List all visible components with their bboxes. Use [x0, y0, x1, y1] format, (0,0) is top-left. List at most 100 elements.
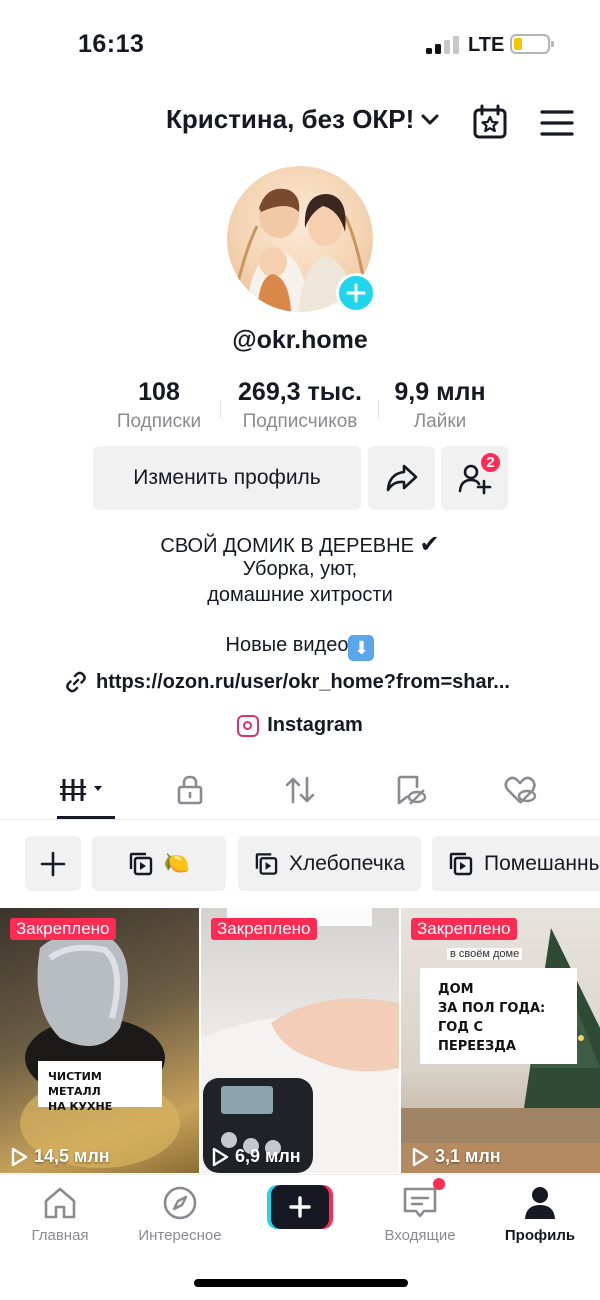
video-thumbnail[interactable]: ДОМ ЗА ПОЛ ГОДА: ГОД С ПЕРЕЕЗДА в своём …: [401, 908, 600, 1173]
tab-favorites[interactable]: [380, 772, 440, 808]
username: @okr.home: [232, 326, 368, 354]
calendar-star-icon[interactable]: [472, 104, 508, 140]
compass-icon: [163, 1186, 197, 1220]
video-caption: ЧИСТИМ МЕТАЛЛ НА КУХНЕ: [38, 1061, 162, 1113]
bio-line: СВОЙ ДОМИК В ДЕРЕВНЕ ✔: [0, 530, 600, 559]
video-caption: ДОМ ЗА ПОЛ ГОДА: ГОД С ПЕРЕЕЗДА: [420, 968, 577, 1064]
active-tab-indicator: [57, 816, 115, 819]
instagram-icon: [237, 714, 260, 737]
bio-link-text: https://ozon.ru/user/okr_home?from=shar.…: [96, 670, 510, 693]
account-switcher[interactable]: Кристина, без ОКР!: [166, 104, 440, 135]
inbox-icon: [403, 1187, 437, 1218]
playlist-icon: [449, 852, 473, 875]
playlist-chip[interactable]: 🍋: [92, 836, 226, 891]
view-count-text: 3,1 млн: [435, 1146, 501, 1166]
heart-hidden-icon: [504, 776, 537, 804]
edit-profile-button[interactable]: Изменить профиль: [93, 446, 361, 510]
content-tabs: [0, 762, 600, 820]
playlist-label: Хлебопечка: [288, 851, 405, 875]
nav-home-label: Главная: [31, 1227, 89, 1244]
playlist-icon: [255, 852, 278, 875]
view-count-text: 14,5 млн: [34, 1146, 110, 1166]
create-plus-icon[interactable]: [267, 1185, 333, 1229]
stat-following-value: 108: [138, 378, 180, 406]
friend-requests-badge: 2: [479, 451, 502, 474]
tab-private[interactable]: [160, 772, 220, 808]
instagram-link[interactable]: Instagram: [0, 714, 600, 737]
check-mark-icon: ✔: [419, 531, 440, 558]
stat-divider: [220, 400, 221, 418]
video-thumbnail-image: [20, 934, 180, 1168]
profile-stats: 108 Подписки 269,3 тыс. Подписчиков 9,9 …: [0, 378, 600, 438]
play-icon: [212, 1147, 229, 1166]
lock-icon: [177, 775, 203, 805]
view-count-text: 6,9 млн: [235, 1146, 301, 1166]
nav-inbox[interactable]: Входящие: [360, 1183, 480, 1244]
home-indicator[interactable]: [194, 1279, 408, 1287]
profile-icon: [525, 1187, 555, 1219]
stat-divider: [378, 400, 379, 418]
repost-icon: [285, 776, 315, 804]
stat-followers[interactable]: 269,3 тыс. Подписчиков: [228, 378, 372, 433]
stat-followers-label: Подписчиков: [242, 411, 358, 432]
nav-inbox-label: Входящие: [384, 1227, 456, 1244]
bio-link[interactable]: https://ozon.ru/user/okr_home?from=shar.…: [64, 670, 544, 694]
view-count: 6,9 млн: [211, 1146, 301, 1167]
video-thumbnail-image: [201, 908, 399, 1173]
link-icon: [66, 671, 86, 693]
bio-line: Новые видео ⬇: [0, 634, 600, 661]
video-thumbnail[interactable]: ЧИСТИМ МЕТАЛЛ НА КУХНЕ Закреплено 14,5 м…: [0, 908, 199, 1173]
nav-discover-label: Интересное: [138, 1227, 222, 1244]
bio-line: домашние хитрости: [207, 584, 393, 606]
video-grid: ЧИСТИМ МЕТАЛЛ НА КУХНЕ Закреплено 14,5 м…: [0, 908, 600, 1173]
nav-home[interactable]: Главная: [0, 1183, 120, 1244]
grid-dropdown-icon: [60, 779, 102, 801]
playlist-icon: [129, 852, 153, 875]
plus-icon: [40, 851, 66, 876]
play-icon: [11, 1147, 28, 1166]
stat-following[interactable]: 108 Подписки: [104, 378, 214, 433]
pinned-badge: Закреплено: [211, 918, 317, 940]
add-avatar-button[interactable]: [336, 273, 376, 313]
video-overlay-text: в своём доме: [447, 948, 523, 960]
stat-followers-value: 269,3 тыс.: [238, 378, 362, 406]
bookmark-hidden-icon: [397, 775, 427, 805]
network-type: LTE: [468, 34, 505, 56]
add-playlist-button[interactable]: +: [25, 836, 81, 891]
playlist-row: + 🍋 Хлебопечка Помешанны: [25, 836, 600, 892]
playlist-label: 🍋: [163, 851, 191, 875]
home-icon: [44, 1187, 76, 1219]
battery-icon: [510, 34, 554, 54]
playlist-chip[interactable]: Помешанны: [432, 836, 600, 891]
stat-likes-value: 9,9 млн: [394, 378, 486, 406]
playlist-label: Помешанны: [484, 851, 600, 875]
tab-liked[interactable]: [490, 772, 550, 808]
profile-header: Кристина, без ОКР!: [0, 100, 600, 146]
account-name: Кристина, без ОКР!: [166, 104, 415, 134]
nav-profile-label: Профиль: [504, 1227, 576, 1244]
plus-icon: [346, 283, 366, 303]
view-count: 14,5 млн: [10, 1146, 110, 1167]
tab-reposts[interactable]: [270, 772, 330, 808]
down-arrow-emoji-icon: ⬇: [348, 635, 375, 661]
share-arrow-icon: [386, 464, 417, 492]
pinned-badge: Закреплено: [411, 918, 517, 940]
video-thumbnail[interactable]: Закреплено 6,9 млн: [201, 908, 399, 1173]
status-time: 16:13: [78, 30, 145, 58]
tab-videos[interactable]: [52, 772, 112, 808]
bio-line-text: СВОЙ ДОМИК В ДЕРЕВНЕ: [160, 535, 414, 557]
share-profile-button[interactable]: [368, 446, 435, 510]
stat-following-label: Подписки: [116, 411, 202, 432]
status-bar: 16:13 LTE: [0, 0, 600, 90]
hamburger-menu-icon[interactable]: [540, 108, 574, 138]
chevron-down-icon: [421, 114, 439, 124]
instagram-label: Instagram: [267, 714, 363, 736]
cellular-signal-icon: [426, 36, 460, 54]
playlist-chip[interactable]: Хлебопечка: [238, 836, 421, 891]
nav-profile[interactable]: Профиль: [480, 1183, 600, 1244]
stat-likes-label: Лайки: [413, 411, 467, 432]
bio-line-text: Новые видео: [225, 634, 349, 656]
stat-likes[interactable]: 9,9 млн Лайки: [384, 378, 496, 433]
pinned-badge: Закреплено: [10, 918, 116, 940]
nav-discover[interactable]: Интересное: [120, 1183, 240, 1244]
